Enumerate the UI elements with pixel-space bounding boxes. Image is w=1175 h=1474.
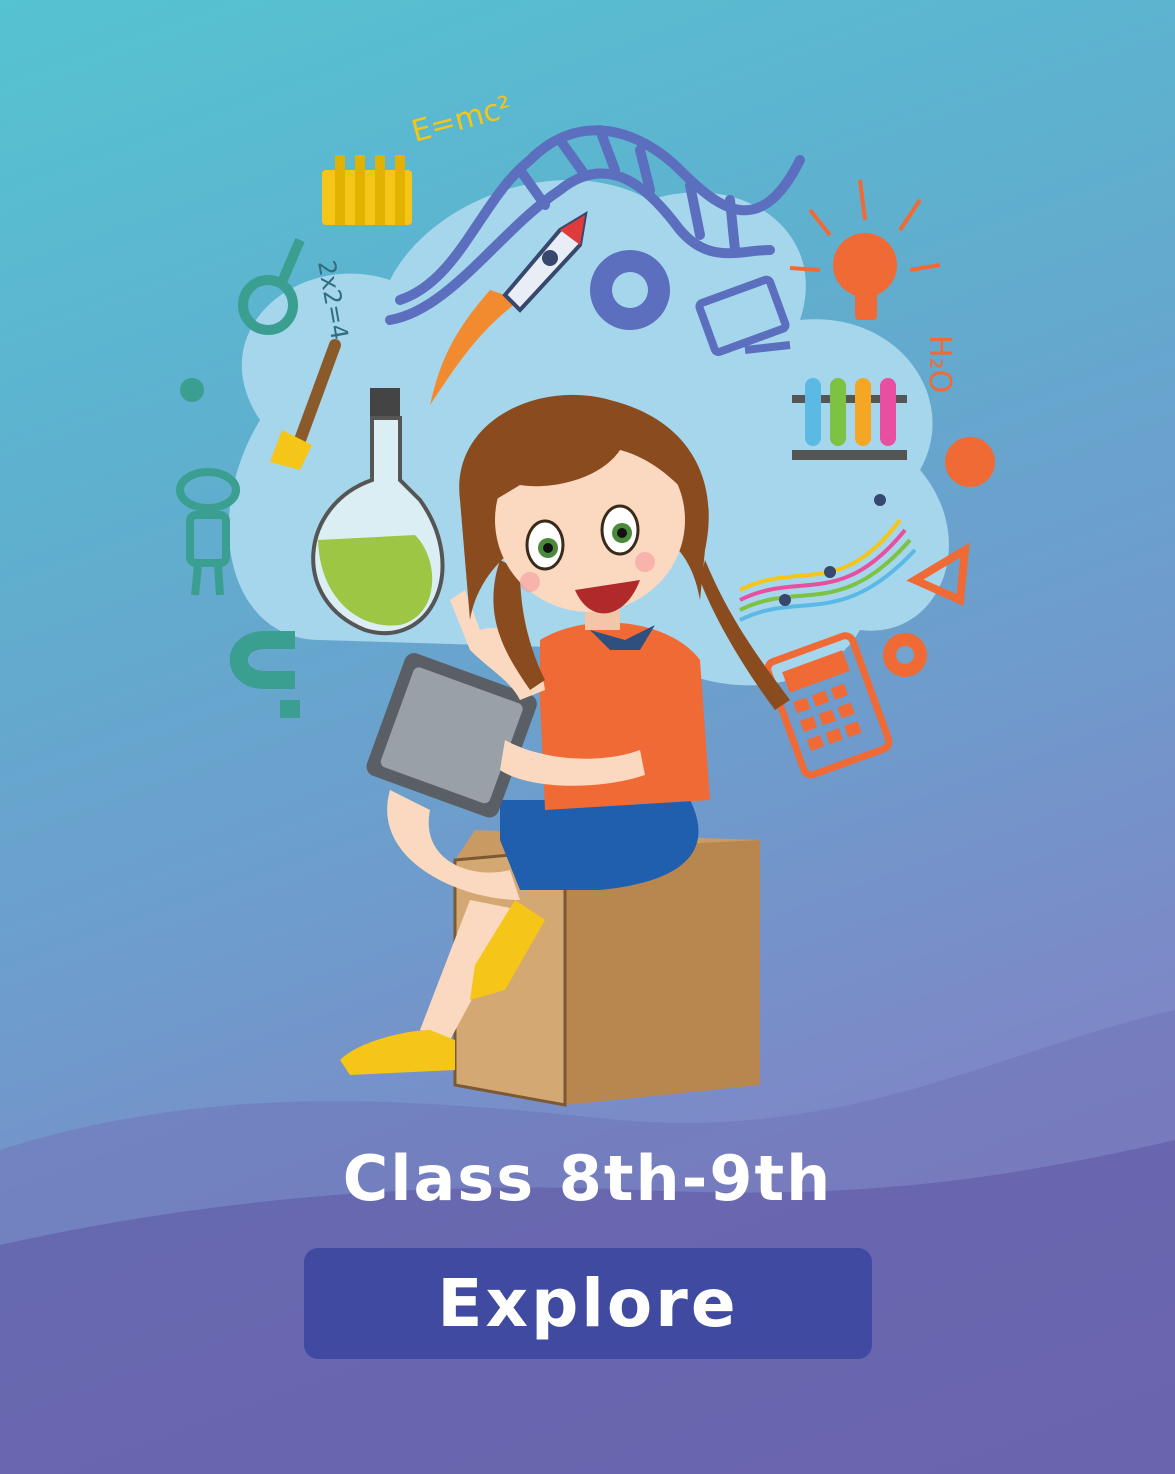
formula-text: E=mc² — [408, 90, 515, 150]
robot-icon — [176, 468, 240, 596]
explore-button[interactable]: Explore — [304, 1248, 872, 1359]
lightbulb-icon — [789, 179, 941, 320]
small-gear-icon — [883, 633, 927, 677]
magnet-icon — [229, 631, 300, 718]
abacus-icon — [322, 155, 412, 225]
class-card[interactable]: E=mc² 2x2=4 H₂O Class 8th-9th Explore — [0, 0, 1175, 1474]
explore-button-label: Explore — [437, 1265, 739, 1342]
gear-icon — [590, 250, 670, 330]
chem-text: H₂O — [922, 335, 957, 393]
class-title: Class 8th-9th — [342, 1142, 833, 1215]
